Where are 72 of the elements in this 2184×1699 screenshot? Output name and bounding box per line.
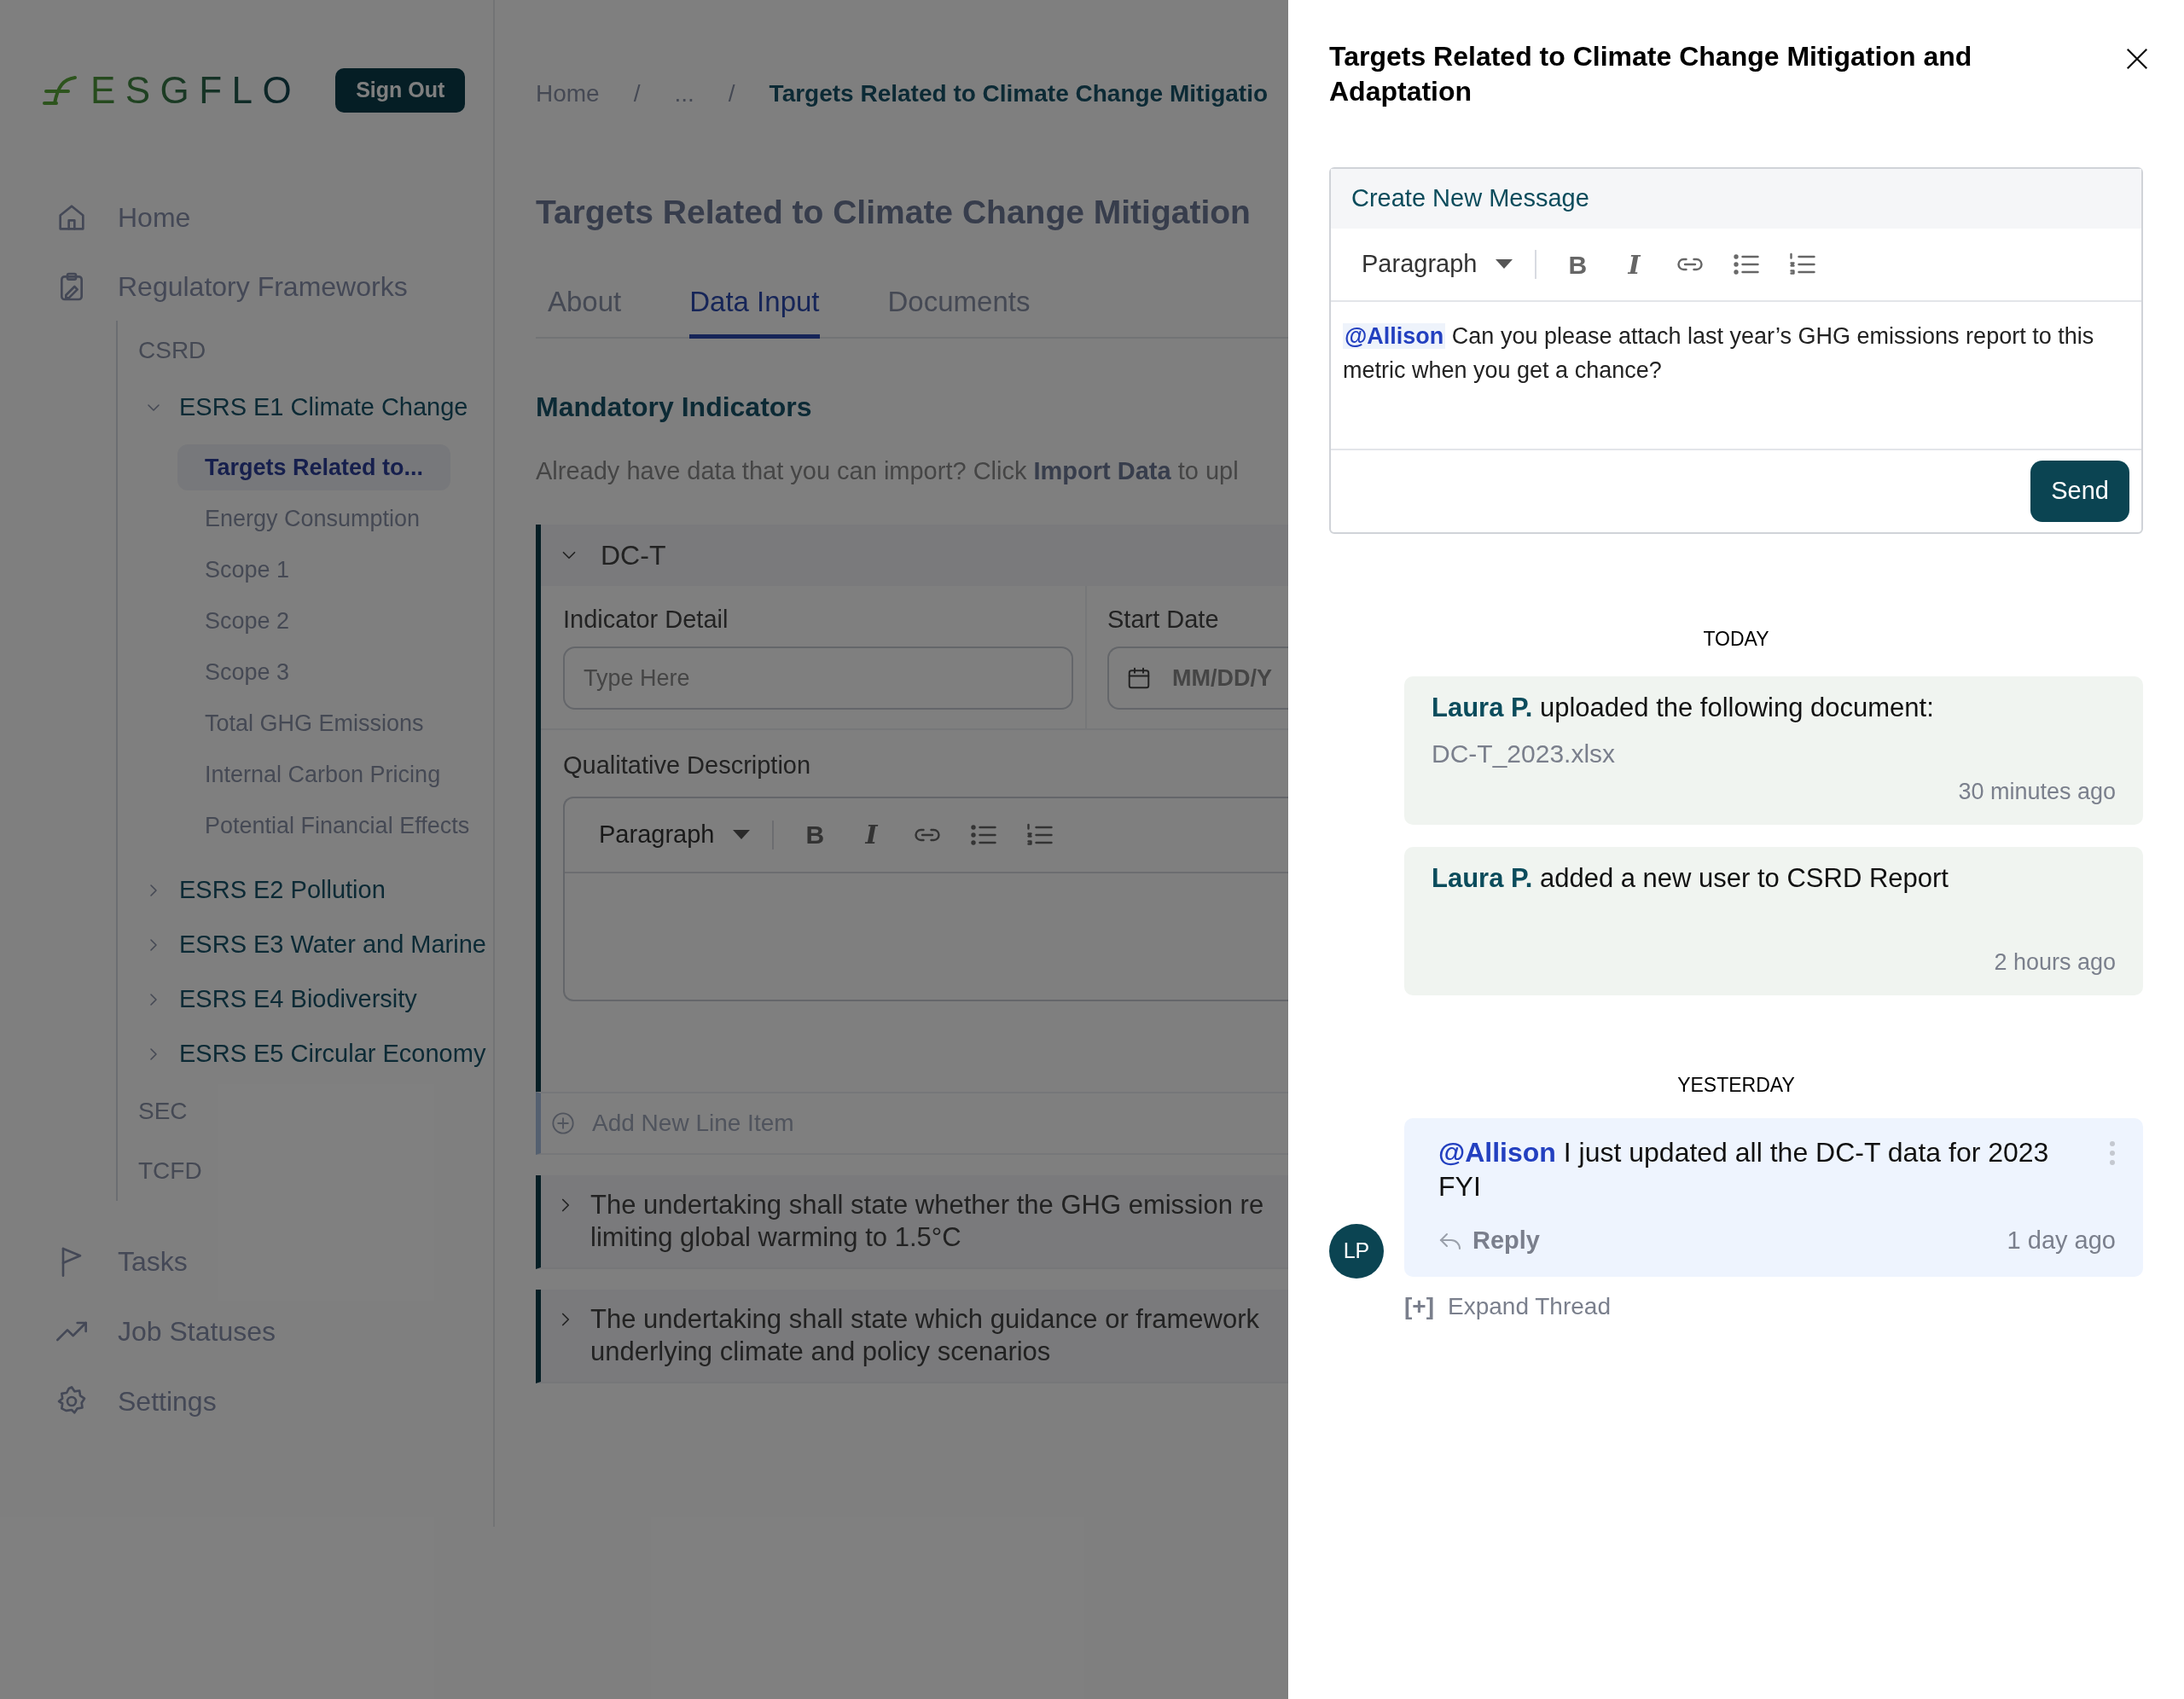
metric-link[interactable]: Energy Consumption bbox=[177, 496, 448, 542]
tab[interactable]: About bbox=[548, 280, 622, 339]
field-label: Qualitative Description bbox=[563, 751, 812, 780]
italic-button[interactable]: I bbox=[856, 815, 887, 854]
tab[interactable]: Documents bbox=[887, 280, 1031, 339]
metric-link[interactable]: Total GHG Emissions bbox=[177, 700, 451, 746]
sign-out-button[interactable]: Sign Out bbox=[335, 68, 466, 113]
activity-text: Laura P. uploaded the following document: bbox=[1432, 691, 1935, 724]
metric-link[interactable]: Scope 2 bbox=[177, 598, 317, 644]
caret-icon bbox=[1496, 259, 1513, 270]
panel-title: Targets Related to Climate Change Mitigation and Adaptation bbox=[1329, 40, 1973, 108]
metric-link[interactable]: Scope 1 bbox=[177, 547, 317, 593]
section-title: Mandatory Indicators bbox=[536, 391, 813, 424]
nav-link[interactable]: Home bbox=[118, 197, 191, 238]
date-divider: TODAY bbox=[1702, 627, 1770, 652]
requirement-text: underlying climate and policy scenarios bbox=[590, 1335, 1052, 1368]
field-label: Indicator Detail bbox=[563, 604, 729, 635]
timestamp: 1 day ago bbox=[2007, 1226, 2116, 1255]
caret-icon bbox=[733, 829, 751, 840]
format-dropdown[interactable]: Paragraph bbox=[599, 820, 775, 850]
tree-item[interactable]: SEC bbox=[118, 1081, 493, 1141]
page-title: Targets Related to Climate Change Mitigation bbox=[536, 193, 1252, 232]
metric-link[interactable]: Potential Financial Effects bbox=[177, 803, 497, 849]
reply-button[interactable]: Reply bbox=[1438, 1222, 1540, 1260]
start-date-field[interactable]: MM/DD/Y bbox=[1107, 647, 1288, 710]
breadcrumb-link[interactable]: Targets Related to Climate Change Mitigatio bbox=[769, 76, 1269, 112]
tree-item[interactable]: ESRS E1 Climate Change bbox=[179, 389, 468, 426]
tree-item[interactable]: ESRS E2 Pollution bbox=[179, 872, 386, 909]
calendar-icon bbox=[1126, 665, 1152, 691]
nav-link[interactable]: Settings bbox=[118, 1381, 217, 1422]
expand-thread-button[interactable]: [+] Expand Thread bbox=[1404, 1288, 1611, 1325]
tree-item[interactable]: CSRD bbox=[118, 321, 493, 380]
breadcrumb-link[interactable]: ... bbox=[674, 76, 694, 112]
nav-link[interactable]: Job Statuses bbox=[118, 1311, 276, 1352]
close-button[interactable] bbox=[2124, 46, 2150, 72]
composer-header: Create New Message bbox=[1331, 169, 2141, 229]
avatar: LP bbox=[1329, 1223, 1384, 1279]
plus-circle-icon bbox=[551, 1110, 575, 1135]
send-button[interactable]: Send bbox=[2030, 461, 2129, 522]
requirement-accordion[interactable]: The undertaking shall state which guidance or framework underlying climate and policy scenarios bbox=[536, 1289, 1288, 1383]
breadcrumb-separator: / bbox=[633, 79, 641, 108]
tree-item[interactable]: ESRS E3 Water and Marine bbox=[179, 926, 486, 964]
message-input[interactable]: @Allison Can you please attach last year’s GHG emissions report to this metric when you get a chance? bbox=[1331, 302, 2141, 450]
file-link[interactable]: DC-T_2023.xlsx bbox=[1432, 734, 1616, 773]
tab[interactable]: Data Input bbox=[689, 280, 820, 339]
activity-text: Laura P. added a new user to CSRD Report bbox=[1432, 861, 1949, 895]
requirement-text: The undertaking shall state whether the GHG emission re bbox=[590, 1188, 1264, 1221]
breadcrumb-link[interactable]: Home bbox=[536, 76, 600, 112]
breadcrumb-separator: / bbox=[728, 79, 735, 108]
italic-button[interactable]: I bbox=[1618, 245, 1650, 284]
indicator-detail-field[interactable]: Type Here bbox=[563, 647, 1073, 710]
field-label: Start Date bbox=[1107, 604, 1220, 635]
tree-item[interactable]: ESRS E4 Biodiversity bbox=[179, 981, 417, 1018]
bold-button[interactable]: B bbox=[799, 815, 831, 854]
metric-link[interactable]: Internal Carbon Pricing bbox=[177, 751, 468, 797]
timestamp: 2 hours ago bbox=[1994, 948, 2116, 977]
metric-link[interactable]: Targets Related to... bbox=[177, 444, 451, 490]
tree-item[interactable]: TCFD bbox=[118, 1141, 493, 1201]
requirement-accordion[interactable]: The undertaking shall state whether the GHG emission re limiting global warming to 1.5°C bbox=[536, 1174, 1288, 1269]
metric-link[interactable]: Scope 3 bbox=[177, 649, 317, 695]
nav-link[interactable]: Regulatory Frameworks bbox=[118, 266, 408, 307]
tree-item[interactable]: ESRS E5 Circular Economy bbox=[179, 1035, 486, 1073]
import-hint: Already have data that you can import? Click Import Data to upl bbox=[536, 456, 1240, 486]
requirement-text: limiting global warming to 1.5°C bbox=[590, 1221, 962, 1254]
requirement-text: The undertaking shall state which guidance or framework bbox=[590, 1302, 1260, 1336]
bold-button[interactable]: B bbox=[1562, 245, 1594, 284]
indicator-title: DC-T bbox=[601, 538, 666, 572]
timestamp: 30 minutes ago bbox=[1958, 778, 2116, 806]
format-dropdown[interactable]: Paragraph bbox=[1362, 250, 1537, 279]
comment-text: @Allison I just updated all the DC-T data for 2023 FYI bbox=[1438, 1136, 2050, 1203]
nav-link[interactable]: Tasks bbox=[118, 1241, 188, 1282]
date-divider: YESTERDAY bbox=[1676, 1072, 1796, 1098]
